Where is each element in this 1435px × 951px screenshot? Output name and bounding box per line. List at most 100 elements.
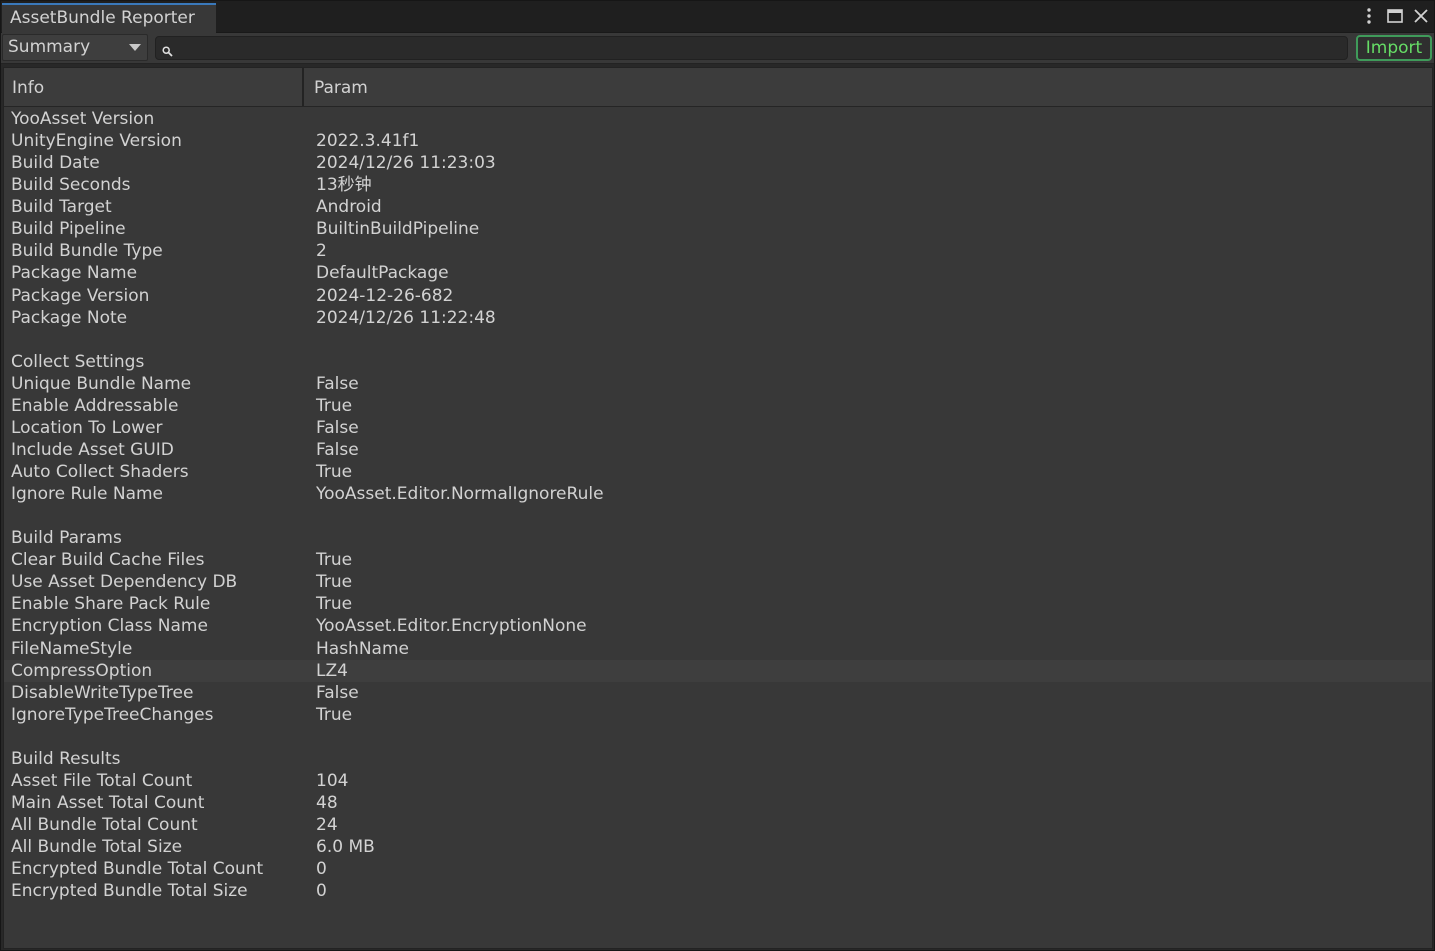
row-info-cell: Clear Build Cache Files <box>11 550 205 571</box>
row-param-cell: YooAsset.Editor.NormalIgnoreRule <box>316 484 604 505</box>
table-row[interactable]: IgnoreTypeTreeChanges True <box>4 704 1432 726</box>
table-row[interactable]: DisableWriteTypeTree False <box>4 682 1432 704</box>
row-info-cell: Location To Lower <box>11 417 163 438</box>
row-param-cell: 2024/12/26 11:23:03 <box>316 153 496 174</box>
window-controls <box>1360 5 1430 27</box>
row-param-cell: False <box>316 417 359 438</box>
table-row[interactable]: Build Results <box>4 748 1432 770</box>
row-param-cell: False <box>316 373 359 394</box>
table-row[interactable]: Collect Settings <box>4 351 1432 373</box>
row-param-cell: 2024-12-26-682 <box>316 285 454 306</box>
table-row[interactable]: Main Asset Total Count 48 <box>4 792 1432 814</box>
row-info-cell: Build Pipeline <box>11 219 126 240</box>
row-param-cell: True <box>316 550 353 571</box>
search-icon <box>162 42 173 61</box>
table-row[interactable]: Build Seconds 13秒钟 <box>4 174 1432 196</box>
row-info-cell: IgnoreTypeTreeChanges <box>11 704 214 725</box>
row-info-cell: Encryption Class Name <box>11 616 208 637</box>
summary-table: Info Param YooAsset Version UnityEngine V… <box>3 67 1433 949</box>
row-param-cell: True <box>316 572 353 593</box>
table-row[interactable]: UnityEngine Version 2022.3.41f1 <box>4 130 1432 152</box>
row-info-cell: Build Seconds <box>11 175 131 196</box>
row-info-cell: Encrypted Bundle Total Count <box>11 859 264 880</box>
table-row[interactable]: Asset File Total Count 104 <box>4 770 1432 792</box>
row-info-cell: Unique Bundle Name <box>11 373 192 394</box>
row-param-cell: True <box>316 462 353 482</box>
table-row[interactable]: Build Params <box>4 527 1432 549</box>
kebab-menu-icon[interactable] <box>1360 5 1378 27</box>
maximize-icon[interactable] <box>1386 5 1404 27</box>
row-info-cell: Use Asset Dependency DB <box>11 572 238 593</box>
table-row[interactable]: All Bundle Total Size 6.0 MB <box>4 836 1432 858</box>
table-row[interactable]: All Bundle Total Count 24 <box>4 814 1432 836</box>
row-param-cell: False <box>316 682 359 703</box>
row-param-cell: 48 <box>316 792 338 813</box>
row-param-cell: True <box>316 594 353 615</box>
row-param-cell: LZ4 <box>316 660 348 681</box>
row-info-cell: Ignore Rule Name <box>11 484 164 505</box>
table-row[interactable]: Enable Share Pack Rule True <box>4 593 1432 615</box>
table-row[interactable]: Build Bundle Type 2 <box>4 240 1432 262</box>
row-info-cell: DisableWriteTypeTree <box>11 682 194 703</box>
window-tab[interactable]: AssetBundle Reporter <box>2 3 216 33</box>
row-info-cell: Package Note <box>11 307 128 328</box>
row-param-cell: True <box>316 395 353 416</box>
table-row[interactable]: Unique Bundle Name False <box>4 373 1432 395</box>
row-info-cell: Encrypted Bundle Total Size <box>11 881 248 902</box>
import-button[interactable]: Import <box>1356 35 1432 61</box>
table-row[interactable]: CompressOption LZ4 <box>4 659 1432 682</box>
row-info-cell: Build Target <box>11 197 112 218</box>
row-info-cell: Auto Collect Shaders <box>11 462 189 482</box>
table-row[interactable]: Package Version 2024-12-26-682 <box>4 285 1432 307</box>
row-param-cell: DefaultPackage <box>316 263 449 284</box>
table-header: Info Param <box>4 68 1432 107</box>
row-info-cell: Enable Addressable <box>11 395 179 416</box>
table-row[interactable]: Build Date 2024/12/26 11:23:03 <box>4 152 1432 174</box>
table-row[interactable]: Package Note 2024/12/26 11:22:48 <box>4 307 1432 329</box>
row-info-cell: Package Version <box>11 285 150 306</box>
tab-bar: AssetBundle Reporter <box>1 1 1434 33</box>
row-param-cell: False <box>316 439 359 460</box>
table-row[interactable]: Use Asset Dependency DB True <box>4 571 1432 593</box>
row-info-cell: Asset File Total Count <box>11 770 193 791</box>
search-input[interactable] <box>155 36 1348 60</box>
row-info-cell: Build Bundle Type <box>11 241 163 262</box>
row-info-cell: All Bundle Total Count <box>11 815 198 835</box>
table-row[interactable]: Auto Collect Shaders True <box>4 461 1432 483</box>
table-row[interactable]: FileNameStyle HashName <box>4 638 1432 660</box>
row-param-cell: 2024/12/26 11:22:48 <box>316 307 496 328</box>
column-header-param[interactable]: Param <box>306 68 1432 106</box>
row-info-cell: Include Asset GUID <box>11 439 174 460</box>
row-param-cell: 2 <box>316 241 327 262</box>
table-row[interactable] <box>4 726 1432 748</box>
row-param-cell: 13秒钟 <box>316 175 372 196</box>
table-row[interactable]: Include Asset GUID False <box>4 439 1432 461</box>
table-row[interactable]: Enable Addressable True <box>4 395 1432 417</box>
table-row[interactable] <box>4 505 1432 527</box>
view-mode-dropdown[interactable]: Summary <box>2 34 148 61</box>
row-info-cell: CompressOption <box>11 660 153 681</box>
row-param-cell: 104 <box>316 770 349 791</box>
table-row[interactable]: Encryption Class Name YooAsset.Editor.Enc… <box>4 615 1432 637</box>
row-info-cell: Main Asset Total Count <box>11 792 205 813</box>
row-info-cell: YooAsset Version <box>11 109 155 129</box>
table-row[interactable]: Location To Lower False <box>4 417 1432 439</box>
table-row[interactable]: Build Pipeline BuiltinBuildPipeline <box>4 218 1432 240</box>
column-header-info[interactable]: Info <box>4 68 304 106</box>
table-row[interactable] <box>4 329 1432 351</box>
row-param-cell: YooAsset.Editor.EncryptionNone <box>316 616 587 637</box>
chevron-down-icon <box>129 44 141 51</box>
table-row[interactable]: YooAsset Version <box>4 108 1432 130</box>
table-row[interactable]: Encrypted Bundle Total Size 0 <box>4 880 1432 902</box>
row-param-cell: True <box>316 704 353 725</box>
table-row[interactable]: Build Target Android <box>4 196 1432 218</box>
table-body: YooAsset Version UnityEngine Version 2022.… <box>4 108 1432 902</box>
close-icon[interactable] <box>1412 5 1430 27</box>
table-row[interactable]: Encrypted Bundle Total Count 0 <box>4 858 1432 880</box>
table-row[interactable]: Ignore Rule Name YooAsset.Editor.NormalIg… <box>4 483 1432 505</box>
table-row[interactable]: Package Name DefaultPackage <box>4 262 1432 284</box>
table-row[interactable]: Clear Build Cache Files True <box>4 549 1432 571</box>
row-info-cell: Build Date <box>11 153 100 174</box>
toolbar: Summary Import <box>1 33 1434 64</box>
row-info-cell: Collect Settings <box>11 351 145 372</box>
